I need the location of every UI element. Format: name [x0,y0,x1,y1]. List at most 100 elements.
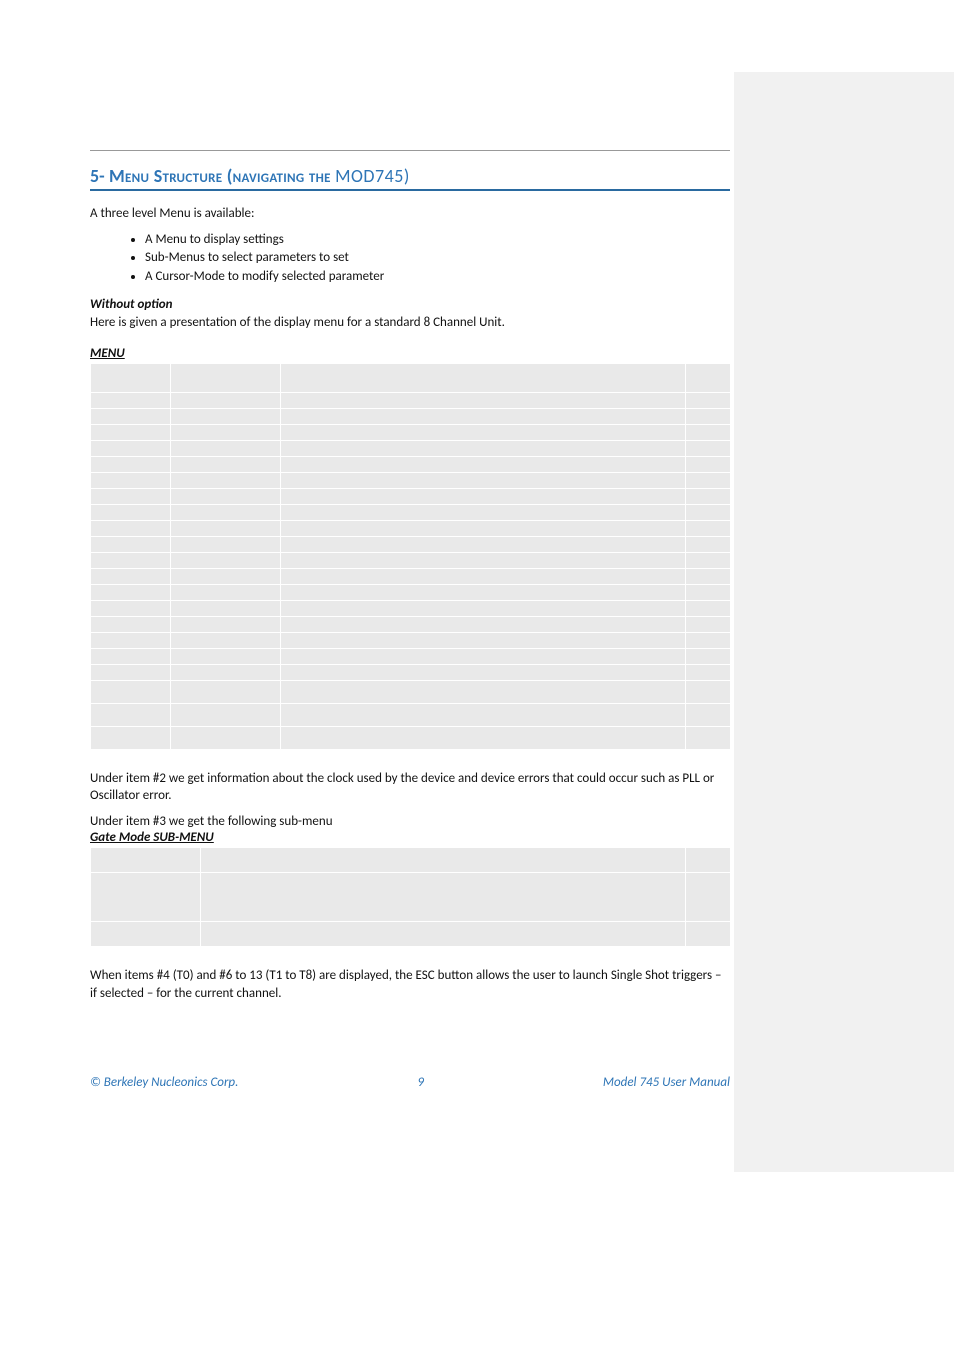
menu-row [91,568,731,584]
menu-cell [91,632,171,648]
menu-row [91,703,731,726]
menu-row [91,552,731,568]
menu-cell [91,600,171,616]
menu-cell [91,648,171,664]
menu-cell [91,472,171,488]
menu-cell [281,680,686,703]
menu-cell [281,600,686,616]
menu-table [90,363,731,750]
gate-label: Gate Mode SUB-MENU [90,830,730,845]
menu-row [91,392,731,408]
menu-cell [91,504,171,520]
menu-row [91,504,731,520]
menu-cell [686,472,731,488]
menu-cell [91,726,171,749]
section-title-tail: MOD745) [335,165,410,187]
menu-header-row [91,363,731,392]
right-margin-shade [734,72,954,1172]
menu-cell [281,648,686,664]
menu-row [91,680,731,703]
menu-row [91,440,731,456]
menu-header-cell [171,363,281,392]
menu-cell [686,568,731,584]
menu-cell [91,424,171,440]
menu-row [91,600,731,616]
menu-cell [686,536,731,552]
menu-cell [686,616,731,632]
menu-row [91,664,731,680]
gate-cell [91,922,201,947]
menu-cell [91,680,171,703]
intro-line: A three level Menu is available: [90,205,730,223]
bullet-1: A Menu to display settings [145,231,730,250]
menu-cell [171,600,281,616]
without-option-label: Without option [90,297,730,312]
menu-cell [171,552,281,568]
menu-row [91,520,731,536]
item3-intro: Under item #3 we get the following sub-m… [90,813,730,831]
footer-right: Model 745 User Manual [603,1075,730,1090]
menu-row [91,488,731,504]
items4-paragraph: When items #4 (T0) and #6 to 13 (T1 to T… [90,967,730,1002]
section-divider [90,150,730,151]
footer-left: © Berkeley Nucleonics Corp. [90,1075,238,1090]
menu-cell [171,440,281,456]
menu-header-cell [281,363,686,392]
menu-row [91,616,731,632]
menu-cell [91,664,171,680]
menu-cell [171,408,281,424]
menu-label: MENU [90,346,730,361]
menu-cell [686,648,731,664]
menu-cell [686,440,731,456]
menu-cell [281,440,686,456]
menu-cell [686,703,731,726]
menu-cell [171,392,281,408]
gate-header-row [91,848,731,873]
menu-cell [281,552,686,568]
menu-cell [171,472,281,488]
gate-table [90,847,731,947]
menu-row [91,648,731,664]
menu-cell [91,584,171,600]
menu-cell [171,584,281,600]
gate-header-cell [91,848,201,873]
menu-cell [91,552,171,568]
menu-cell [171,504,281,520]
menu-cell [91,456,171,472]
menu-row [91,632,731,648]
content-area: 5- Menu Structure (navigating the MOD745… [90,150,730,1010]
menu-cell [281,616,686,632]
menu-row [91,424,731,440]
menu-cell [171,456,281,472]
menu-cell [686,424,731,440]
page-footer: © Berkeley Nucleonics Corp. 9 Model 745 … [90,1075,730,1090]
section-number: 5- [90,165,105,187]
menu-row [91,726,731,749]
menu-cell [686,392,731,408]
menu-cell [281,726,686,749]
menu-cell [91,568,171,584]
menu-cell [686,600,731,616]
gate-cell [201,873,686,922]
menu-cell [91,520,171,536]
menu-cell [281,568,686,584]
gate-row [91,922,731,947]
menu-cell [686,584,731,600]
menu-cell [91,408,171,424]
menu-cell [281,632,686,648]
menu-cell [686,680,731,703]
footer-page: 9 [417,1075,424,1090]
menu-cell [171,520,281,536]
menu-cell [281,584,686,600]
section-title: 5- Menu Structure (navigating the MOD745… [90,165,730,191]
menu-cell [171,680,281,703]
menu-cell [171,568,281,584]
item2-paragraph: Under item #2 we get information about t… [90,770,730,805]
menu-cell [281,664,686,680]
gate-cell [201,922,686,947]
gate-cell [91,873,201,922]
menu-cell [171,648,281,664]
menu-cell [686,504,731,520]
menu-cell [171,536,281,552]
menu-row [91,408,731,424]
